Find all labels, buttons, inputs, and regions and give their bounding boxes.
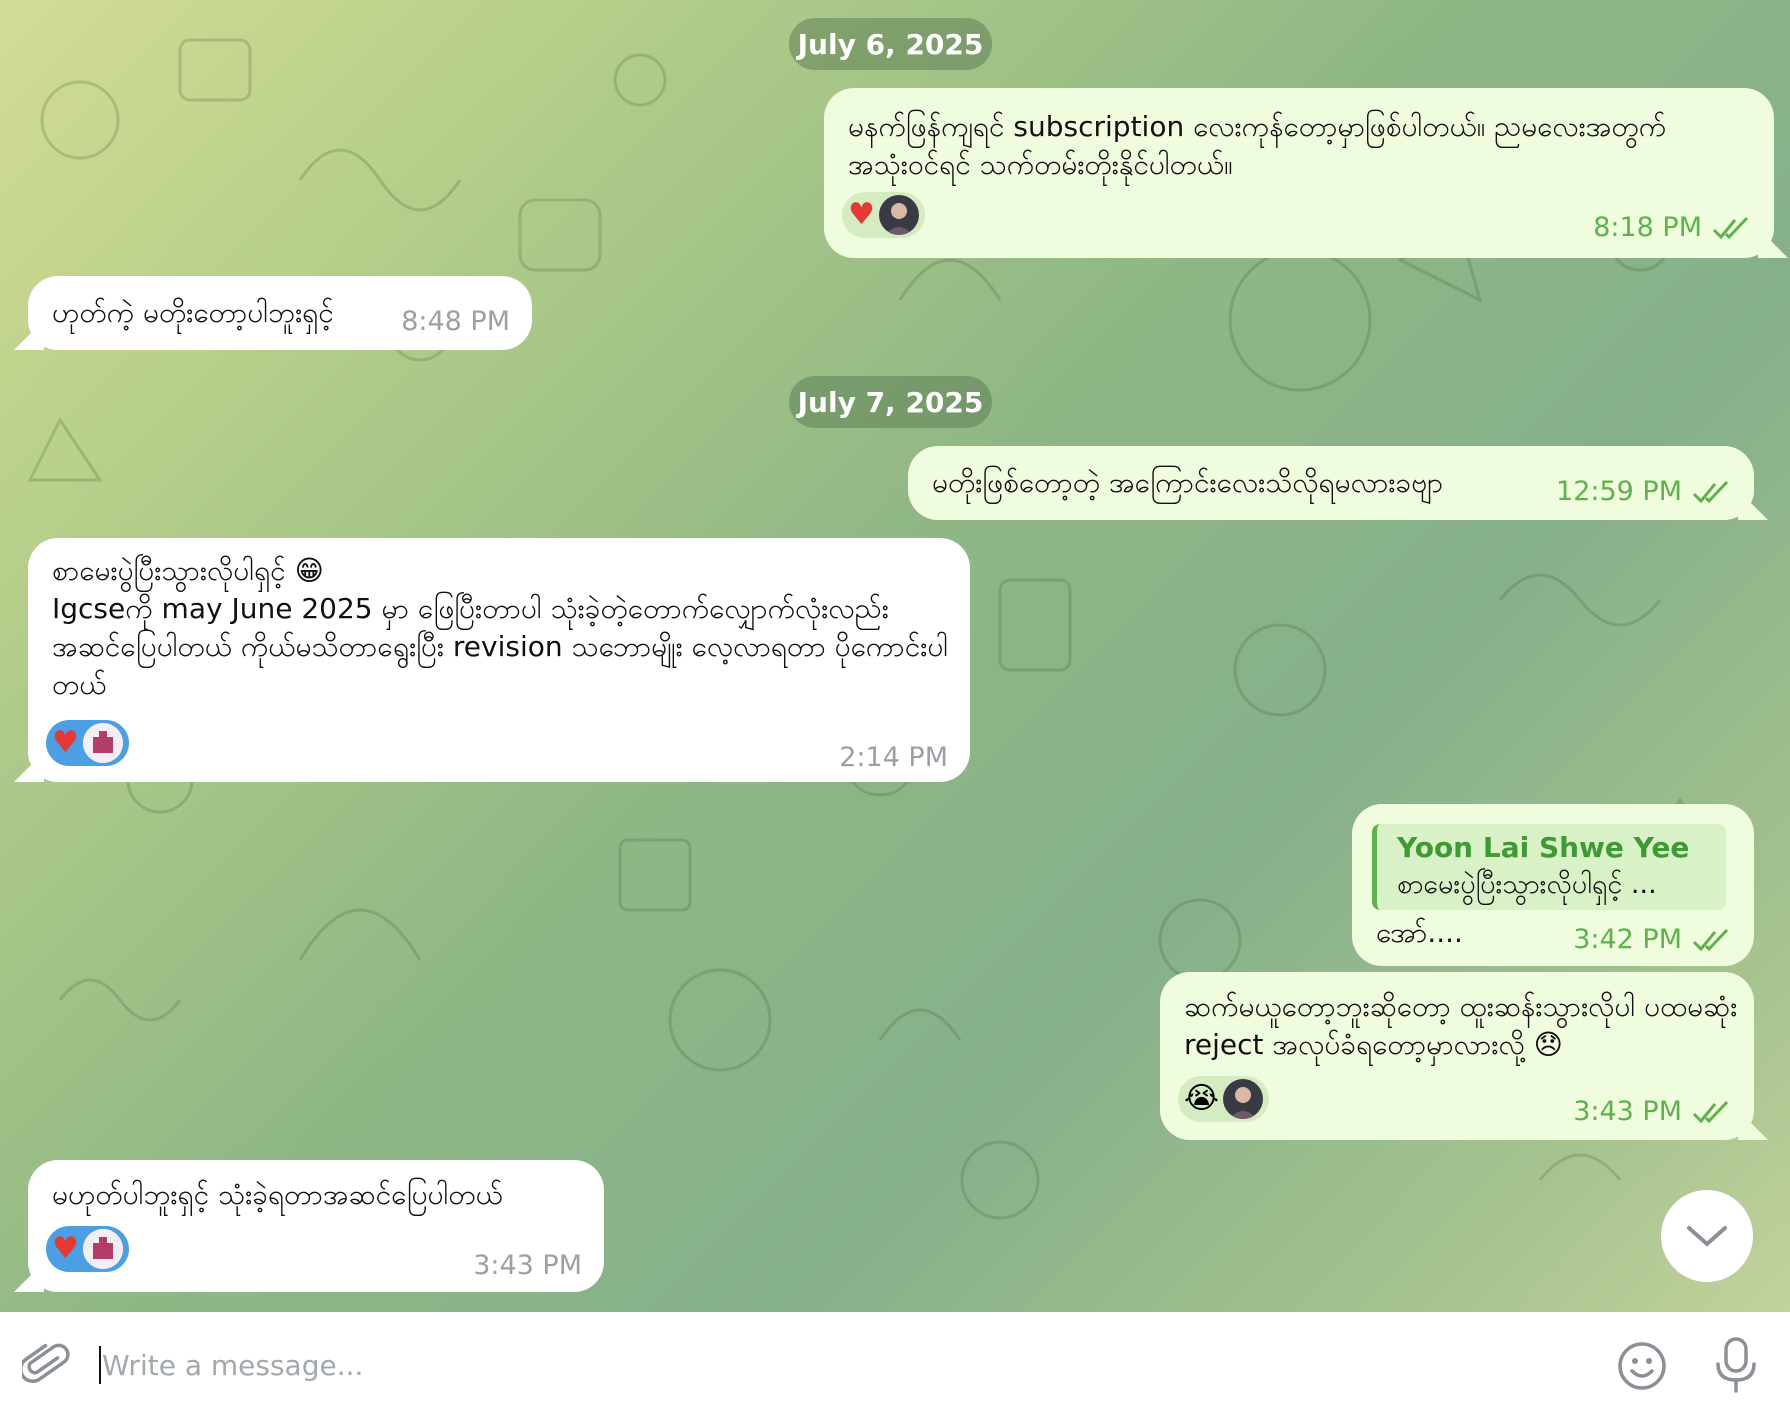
message-bubble-outgoing[interactable]: မနက်ဖြန်ကျရင် subscription လေးကုန်တော့မှ… xyxy=(824,88,1774,258)
crying-face-reaction-icon: 😭 xyxy=(1184,1081,1220,1116)
message-text: ဟုတ်ကဲ့ မတိုးတော့ပါဘူးရှင့် xyxy=(52,296,334,329)
reactions[interactable]: 😭 xyxy=(1178,1076,1270,1122)
message-text: စာမေးပွဲပြီးသွားလိုပါရှင့် 😁 Igcseကို ma… xyxy=(52,554,949,701)
reply-quote[interactable]: Yoon Lai Shwe Yee စာမေးပွဲပြီးသွားလိုပါရ… xyxy=(1372,824,1726,910)
double-check-icon xyxy=(1692,1100,1729,1124)
date-separator: July 7, 2025 xyxy=(789,376,992,428)
reactions[interactable]: ♥ xyxy=(842,192,925,238)
message-time: 8:18 PM xyxy=(1593,212,1702,243)
reactions[interactable]: ♥ xyxy=(46,1226,129,1272)
message-bubble-incoming[interactable]: မဟုတ်ပါဘူးရှင့် သုံးခဲ့ရတာအဆင်ပြေပါတယ် ♥… xyxy=(28,1160,604,1292)
heart-reaction-icon: ♥ xyxy=(848,197,875,232)
message-bubble-incoming[interactable]: စာမေးပွဲပြီးသွားလိုပါရှင့် 😁 Igcseကို ma… xyxy=(28,538,970,782)
microphone-icon[interactable] xyxy=(1712,1336,1760,1398)
message-text: အော်.... xyxy=(1376,916,1463,949)
reply-author: Yoon Lai Shwe Yee xyxy=(1397,831,1690,864)
scroll-down-button[interactable] xyxy=(1661,1190,1753,1282)
message-bubble-incoming[interactable]: ဟုတ်ကဲ့ မတိုးတော့ပါဘူးရှင့် 8:48 PM xyxy=(28,276,532,350)
message-text: ဆက်မယူတော့ဘူးဆိုတော့ ထူးဆန်းသွားလိုပါ ပထ… xyxy=(1184,990,1738,1061)
composer-bar xyxy=(0,1312,1790,1416)
message-bubble-outgoing[interactable]: Yoon Lai Shwe Yee စာမေးပွဲပြီးသွားလိုပါရ… xyxy=(1352,804,1754,966)
reactions[interactable]: ♥ xyxy=(46,720,129,766)
double-check-icon xyxy=(1692,480,1729,504)
heart-reaction-icon: ♥ xyxy=(52,1231,79,1266)
avatar xyxy=(1223,1079,1264,1119)
date-separator: July 6, 2025 xyxy=(789,18,992,70)
message-text: မဟုတ်ပါဘူးရှင့် သုံးခဲ့ရတာအဆင်ပြေပါတယ် xyxy=(52,1178,503,1211)
message-text: မနက်ဖြန်ကျရင် subscription လေးကုန်တော့မှ… xyxy=(848,110,1667,181)
message-bubble-outgoing[interactable]: မတိုးဖြစ်တော့တဲ့ အကြောင်းလေးသိလိုရမလားခဗ… xyxy=(908,446,1754,520)
double-check-icon xyxy=(1712,216,1749,240)
reply-text: စာမေးပွဲပြီးသွားလိုပါရှင့် ... xyxy=(1397,869,1657,900)
heart-reaction-icon: ♥ xyxy=(52,725,79,760)
avatar xyxy=(82,723,123,763)
message-time: 3:43 PM xyxy=(473,1250,582,1281)
message-time: 8:48 PM xyxy=(401,306,510,337)
message-time: 12:59 PM xyxy=(1556,476,1682,507)
chevron-down-icon xyxy=(1687,1226,1727,1247)
message-time: 3:43 PM xyxy=(1573,1096,1682,1127)
avatar xyxy=(878,195,919,235)
avatar xyxy=(82,1229,123,1269)
message-time: 3:42 PM xyxy=(1573,924,1682,955)
message-text: မတိုးဖြစ်တော့တဲ့ အကြောင်းလေးသိလိုရမလားခဗ… xyxy=(932,466,1444,499)
text-caret xyxy=(99,1346,101,1384)
paperclip-icon[interactable] xyxy=(18,1342,70,1394)
chat-area[interactable]: July 6, 2025 July 7, 2025 မနက်ဖြန်ကျရင် … xyxy=(0,0,1790,1312)
message-bubble-outgoing[interactable]: ဆက်မယူတော့ဘူးဆိုတော့ ထူးဆန်းသွားလိုပါ ပထ… xyxy=(1160,972,1754,1140)
message-time: 2:14 PM xyxy=(839,742,948,773)
smiley-icon[interactable] xyxy=(1616,1340,1668,1396)
message-input[interactable] xyxy=(100,1336,1564,1394)
double-check-icon xyxy=(1692,928,1729,952)
